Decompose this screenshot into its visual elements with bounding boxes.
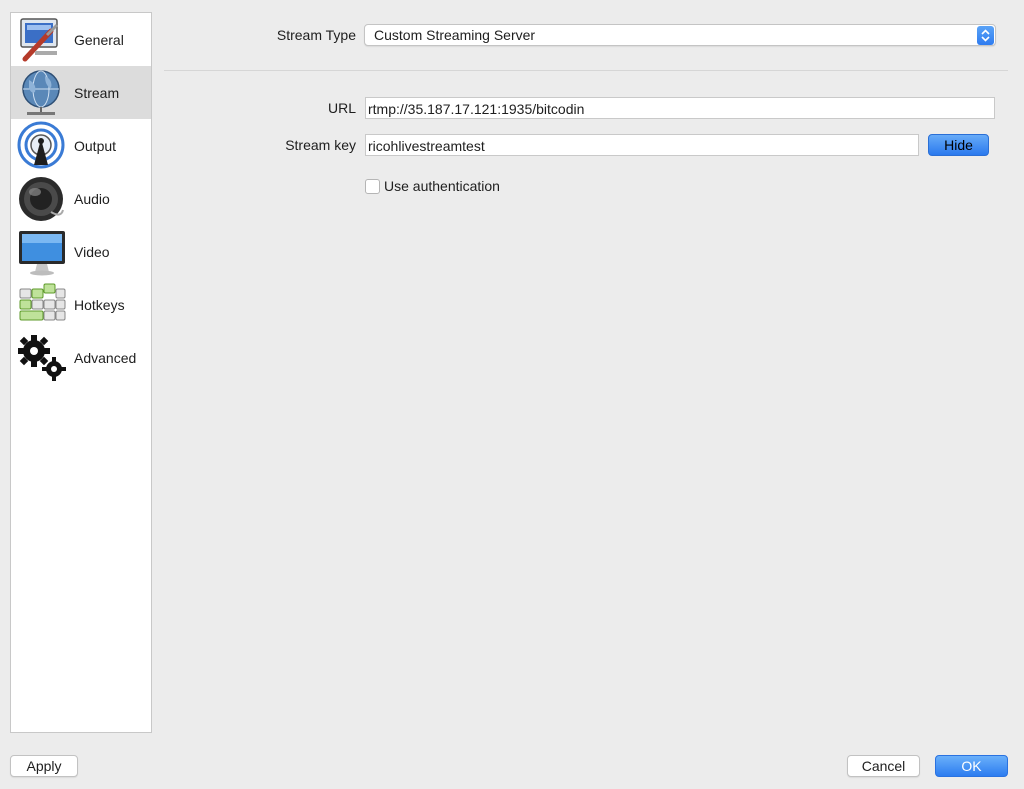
url-input[interactable] bbox=[365, 97, 995, 119]
settings-sidebar: General Stream Output Audio Video Hotkey… bbox=[10, 12, 152, 733]
output-broadcast-icon bbox=[17, 121, 67, 171]
sidebar-item-label: Advanced bbox=[74, 349, 137, 366]
stream-globe-icon bbox=[17, 68, 67, 118]
sidebar-item-label: General bbox=[74, 31, 124, 48]
sidebar-item-video[interactable]: Video bbox=[11, 225, 151, 278]
advanced-gears-icon bbox=[17, 333, 67, 383]
stream-type-label: Stream Type bbox=[276, 27, 356, 43]
cancel-button[interactable]: Cancel bbox=[847, 755, 920, 777]
audio-speaker-icon bbox=[17, 174, 67, 224]
sidebar-item-label: Video bbox=[74, 243, 110, 260]
select-updown-icon bbox=[977, 26, 994, 45]
hide-key-button[interactable]: Hide bbox=[928, 134, 989, 156]
sidebar-item-advanced[interactable]: Advanced bbox=[11, 331, 151, 384]
stream-key-input[interactable] bbox=[365, 134, 919, 156]
general-icon bbox=[17, 15, 67, 65]
sidebar-item-output[interactable]: Output bbox=[11, 119, 151, 172]
section-divider bbox=[164, 70, 1008, 71]
stream-type-value: Custom Streaming Server bbox=[374, 27, 536, 43]
url-label: URL bbox=[327, 100, 356, 116]
stream-key-label: Stream key bbox=[285, 137, 356, 153]
sidebar-item-general[interactable]: General bbox=[11, 13, 151, 66]
hotkeys-keyboard-icon bbox=[17, 280, 67, 330]
sidebar-item-audio[interactable]: Audio bbox=[11, 172, 151, 225]
sidebar-item-label: Audio bbox=[74, 190, 110, 207]
sidebar-item-label: Stream bbox=[74, 84, 120, 101]
apply-button[interactable]: Apply bbox=[10, 755, 78, 777]
use-authentication-checkbox[interactable] bbox=[365, 179, 380, 194]
video-monitor-icon bbox=[17, 227, 67, 277]
sidebar-item-label: Output bbox=[74, 137, 117, 154]
sidebar-item-hotkeys[interactable]: Hotkeys bbox=[11, 278, 151, 331]
sidebar-item-label: Hotkeys bbox=[74, 296, 125, 313]
stream-type-select[interactable]: Custom Streaming Server bbox=[364, 24, 996, 46]
ok-button[interactable]: OK bbox=[935, 755, 1008, 777]
sidebar-item-stream[interactable]: Stream bbox=[11, 66, 151, 119]
use-authentication-label[interactable]: Use authentication bbox=[384, 178, 500, 194]
